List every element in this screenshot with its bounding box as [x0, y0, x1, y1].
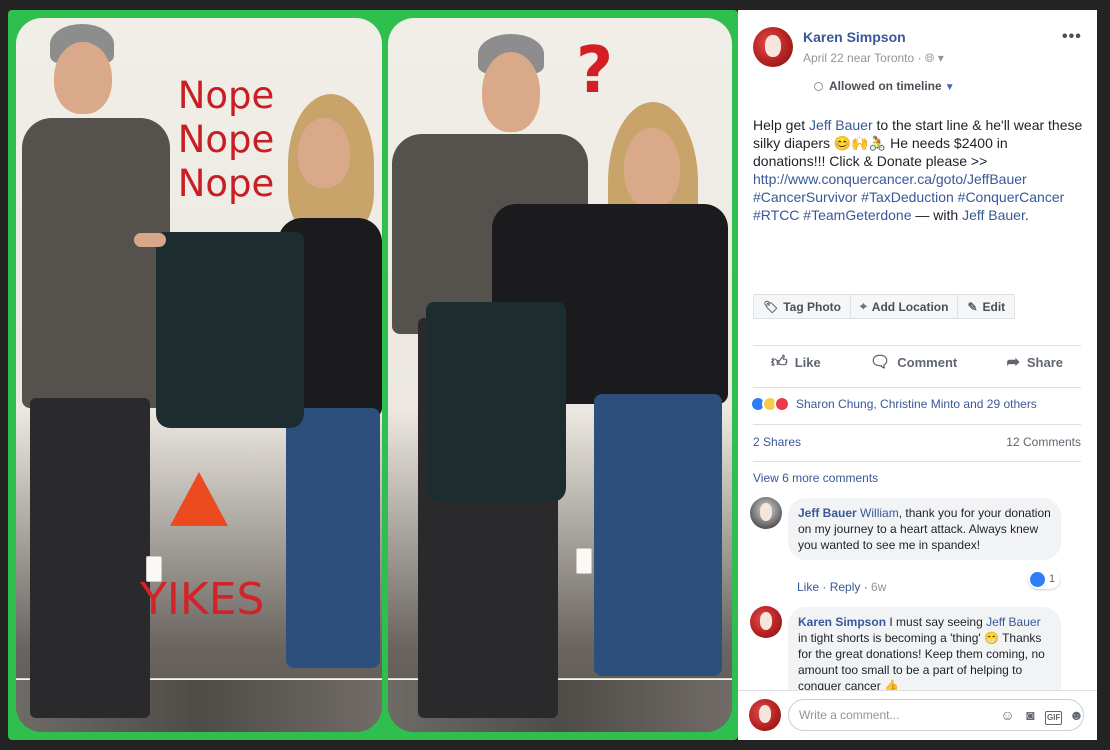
comment-button[interactable]: 🗨︎ Comment — [852, 352, 975, 372]
globe-icon[interactable]: 🌐︎ ▾ — [925, 51, 944, 65]
tag-photo-button[interactable]: 🏷︎ Tag Photo — [754, 295, 852, 318]
pencil-icon: ✎ — [967, 299, 978, 314]
wall-outlet — [576, 548, 592, 574]
comment-reply-link[interactable]: Reply — [830, 580, 861, 594]
woman-head — [298, 118, 350, 188]
post-text-part: . — [1024, 207, 1029, 223]
woman-jeans — [594, 394, 722, 676]
mention-jeff-bauer[interactable]: Jeff Bauer — [809, 117, 873, 133]
photo-panel-left: Nope Nope Nope YIKES — [16, 18, 382, 732]
man-pants — [30, 398, 150, 718]
post-actions: 👍︎ Like 🗨︎ Comment ➦ Share — [753, 352, 1081, 372]
commenter-avatar[interactable] — [750, 497, 782, 529]
nope-text: Nope Nope Nope — [166, 74, 286, 206]
man-shirt — [22, 118, 170, 408]
author-name[interactable]: Karen Simpson — [803, 29, 906, 45]
comment-text: in tight shorts is becoming a 'thing' 😁 … — [798, 631, 1045, 690]
comment-bubble: Jeff Bauer William, thank you for your d… — [788, 498, 1061, 560]
nope-line-2: Nope — [177, 118, 275, 161]
tag-icon: 🏷︎ — [763, 299, 779, 314]
share-icon: ➦ — [1006, 354, 1020, 371]
comment-mention[interactable]: Jeff Bauer — [986, 615, 1040, 629]
comment-bubble: Karen Simpson I must say seeing Jeff Bau… — [788, 607, 1061, 690]
add-location-button[interactable]: ⌖ Add Location — [851, 295, 959, 318]
post-meta: April 22 near Toronto · 🌐︎ ▾ — [803, 51, 944, 66]
comment-label: Comment — [897, 354, 958, 370]
question-mark: ? — [576, 34, 614, 108]
photo-panel-right: ? — [388, 18, 732, 732]
add-location-label: Add Location — [871, 299, 949, 314]
reactors-names[interactable]: Sharon Chung, Christine Minto and 29 oth… — [796, 397, 1037, 411]
gif-icon[interactable]: GIF — [1045, 707, 1062, 725]
edit-button[interactable]: ✎ Edit — [958, 295, 1014, 318]
like-label: Like — [794, 354, 821, 370]
comment-icon: 🗨︎ — [869, 354, 891, 371]
comment-text: I must say seeing — [886, 615, 987, 629]
composer-icons: ☺ ◙ GIF ☻ — [999, 707, 1085, 725]
bike-shorts — [426, 302, 566, 502]
nope-line-3: Nope — [177, 162, 275, 205]
comment-age[interactable]: 6w — [871, 580, 886, 594]
sticker-icon[interactable]: ☻ — [1068, 707, 1085, 725]
comment-composer: Write a comment... ☺ ◙ GIF ☻ — [738, 690, 1097, 740]
comments-count[interactable]: 12 Comments — [1006, 435, 1081, 449]
view-more-comments[interactable]: View 6 more comments — [753, 471, 878, 485]
tag-photo-label: Tag Photo — [783, 299, 842, 314]
emoji-icon[interactable]: ☺ — [999, 707, 1016, 725]
photo-viewer: Nope Nope Nope YIKES ? Karen Simpson Apr… — [0, 0, 1110, 750]
bike-shorts — [156, 232, 304, 428]
share-label: Share — [1026, 354, 1063, 370]
man-head — [482, 52, 540, 132]
location-icon: ⌖ — [860, 299, 867, 313]
reactions-summary[interactable]: Sharon Chung, Christine Minto and 29 oth… — [750, 396, 1037, 412]
mention-jeff-bauer-with[interactable]: Jeff Bauer — [962, 207, 1025, 223]
allowed-label: Allowed on timeline — [829, 79, 942, 93]
woman-head — [624, 128, 680, 208]
author-avatar[interactable] — [753, 27, 793, 67]
post-photo[interactable]: Nope Nope Nope YIKES ? — [8, 10, 738, 740]
timeline-setting[interactable]: Allowed on timeline ▼ — [814, 79, 955, 93]
ellipsis-icon[interactable]: ••• — [1062, 28, 1082, 46]
love-reaction-icon — [774, 396, 790, 412]
yikes-text: YIKES — [140, 574, 265, 625]
donation-link[interactable]: http://www.conquercancer.ca/goto/JeffBau… — [753, 171, 1027, 187]
divider — [753, 387, 1081, 388]
chevron-down-icon: ▼ — [944, 82, 955, 93]
shares-count[interactable]: 2 Shares — [753, 435, 801, 449]
radio-icon — [814, 82, 823, 91]
nope-line-1: Nope — [177, 74, 275, 117]
comment-reaction-count[interactable]: 1 — [1028, 569, 1061, 589]
woman-jeans — [286, 408, 380, 668]
share-button[interactable]: ➦ Share — [988, 352, 1081, 372]
post-sidebar: Karen Simpson April 22 near Toronto · 🌐︎… — [738, 10, 1097, 740]
photo-toolbar: 🏷︎ Tag Photo ⌖ Add Location ✎ Edit — [753, 294, 1016, 319]
post-text: Help get Jeff Bauer to the start line & … — [753, 116, 1083, 224]
post-date-location[interactable]: April 22 near Toronto · — [803, 51, 925, 65]
gif-label: GIF — [1045, 711, 1062, 725]
man-hand — [134, 233, 166, 247]
comment-author[interactable]: Jeff Bauer — [798, 506, 857, 520]
comment-mention[interactable]: William — [860, 506, 899, 520]
like-button[interactable]: 👍︎ Like — [753, 352, 839, 372]
comment-author[interactable]: Karen Simpson — [798, 615, 886, 629]
camera-icon[interactable]: ◙ — [1022, 707, 1039, 725]
edit-label: Edit — [982, 299, 1006, 314]
commenter-avatar[interactable] — [750, 606, 782, 638]
my-avatar — [749, 699, 781, 731]
divider — [753, 345, 1081, 346]
reaction-count: 1 — [1049, 573, 1056, 585]
thumbs-up-icon: 👍︎ — [771, 353, 788, 371]
divider — [753, 461, 1081, 462]
like-reaction-icon — [1030, 571, 1045, 587]
warning-triangle-icon — [170, 472, 228, 526]
post-text-part: Help get — [753, 117, 810, 133]
divider — [753, 424, 1081, 425]
comment-like-link[interactable]: Like — [797, 580, 819, 594]
comment-actions: Like · Reply · 6w — [797, 580, 887, 594]
man-head — [54, 42, 112, 114]
post-text-part: — with — [911, 207, 963, 223]
